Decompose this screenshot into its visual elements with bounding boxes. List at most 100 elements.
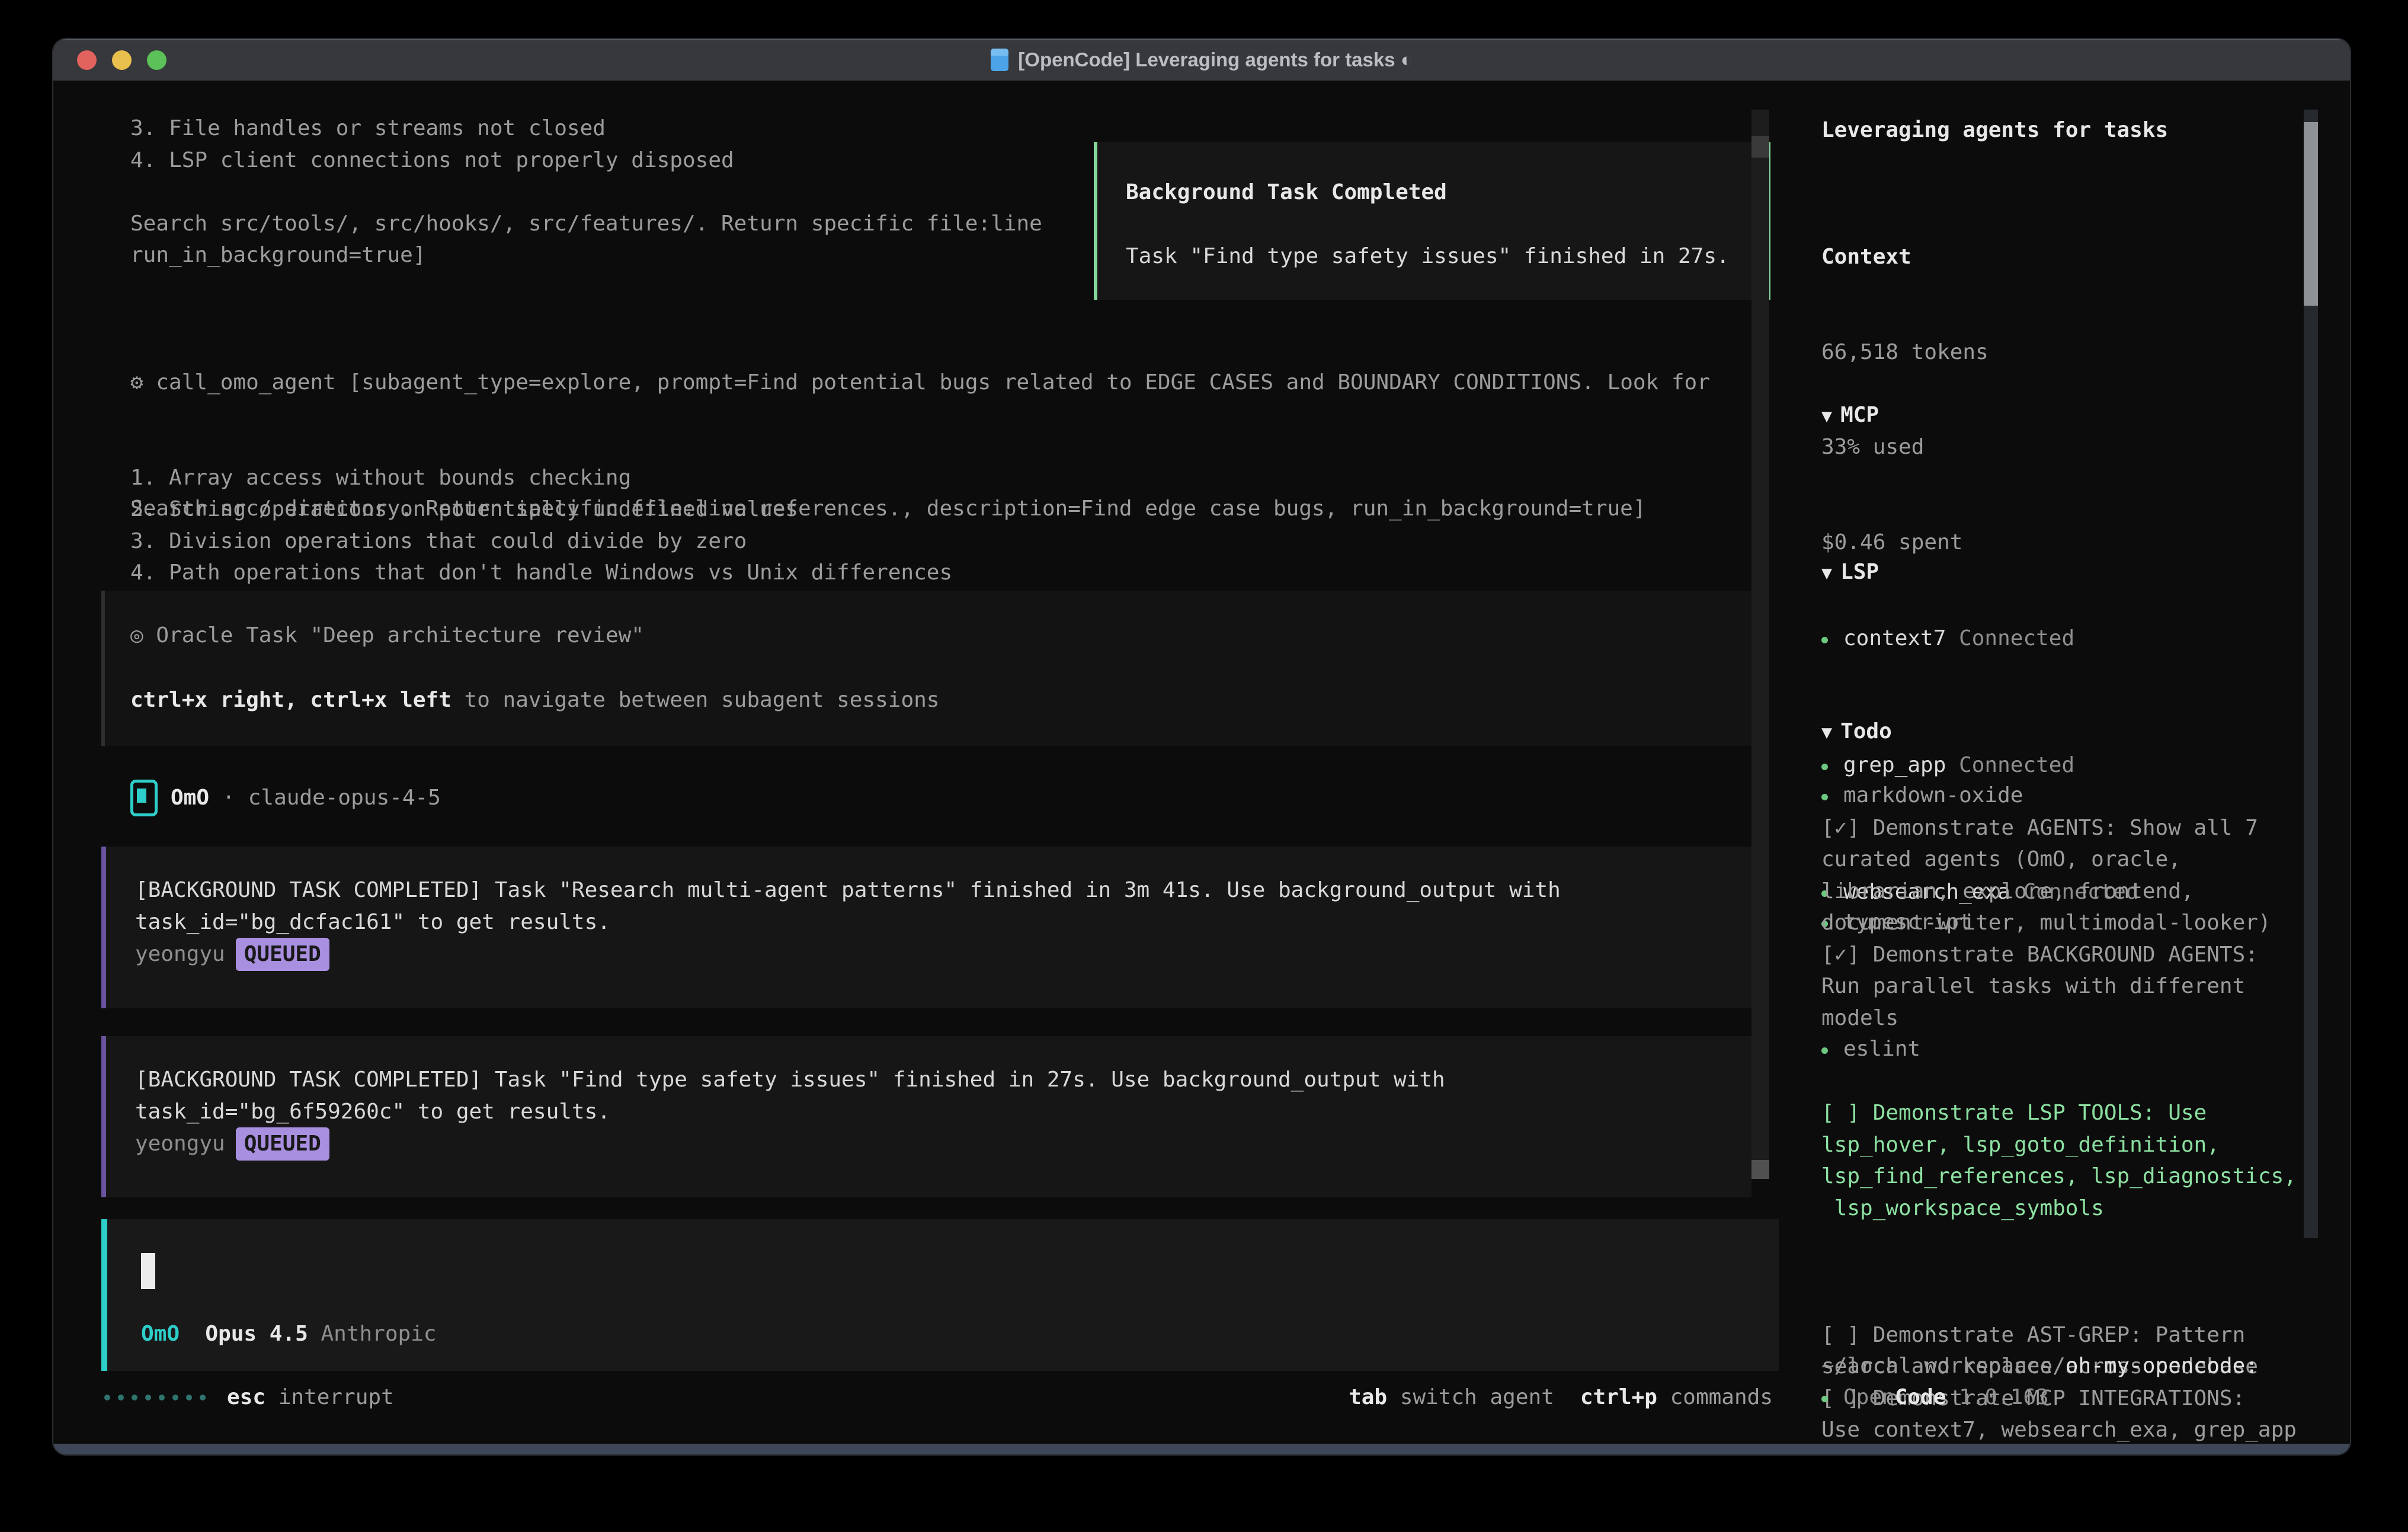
version-line: OpenCode 1.0.163 (1821, 1382, 2049, 1414)
session-title: Leveraging agents for tasks (1821, 114, 2168, 146)
agent-model: claude-opus-4-5 (248, 782, 441, 814)
chat-scrollbar-thumb[interactable] (1751, 136, 1769, 158)
lsp-heading-label: LSP (1840, 560, 1879, 584)
agent-header: OmO · claude-opus-4-5 (130, 780, 441, 816)
collapse-triangle-icon: ▼ (1821, 722, 1832, 743)
input-model-name: Opus 4.5 (205, 1322, 308, 1346)
chat-area: 3. File handles or streams not closed4. … (53, 81, 1779, 1444)
esc-label: interrupt (278, 1385, 394, 1409)
text-line: lsp_find_references, lsp_diagnostics, (1821, 1161, 2319, 1193)
toast-title: Background Task Completed (1126, 177, 1767, 209)
status-bar: esc interrupt tab switch agent ctrl+p co… (104, 1382, 1773, 1414)
esc-hint: esc interrupt (227, 1382, 394, 1414)
tab-hint: tab switch agent (1349, 1382, 1554, 1414)
oracle-hint-keys: ctrl+x right, ctrl+x left (130, 688, 451, 712)
oracle-title: Oracle Task "Deep architecture review" (156, 623, 644, 648)
toast-body: Task "Find type safety issues" finished … (1126, 241, 1767, 273)
input-agent-name: OmO (141, 1322, 180, 1346)
chat-text-block: 3. File handles or streams not closed4. … (130, 113, 1042, 271)
workspace-repo: oh-my-opencode: (2066, 1354, 2258, 1378)
task-line1: [BACKGROUND TASK COMPLETED] Task "Resear… (135, 874, 1751, 906)
ctrlp-hint: ctrl+p commands (1580, 1382, 1773, 1414)
task-meta: yeongyu QUEUED (135, 938, 1751, 971)
text-line: models (1821, 1002, 2319, 1034)
collapse-triangle-icon: ▼ (1821, 563, 1832, 584)
text-line: 3. Division operations that could divide… (130, 525, 1710, 557)
sidebar-scrollbar[interactable] (2304, 110, 2318, 1238)
ctrlp-key: ctrl+p (1580, 1385, 1657, 1409)
oracle-hint: ctrl+x right, ctrl+x left to navigate be… (130, 684, 1751, 716)
agent-separator: · (222, 782, 235, 814)
text-line: lsp_hover, lsp_goto_definition, (1821, 1129, 2319, 1161)
tool-call-tail: Search src/ directory. Return specific f… (130, 493, 1646, 525)
text-cursor (141, 1253, 155, 1289)
spinner-dots-icon (104, 1395, 206, 1400)
text-line: 4. Path operations that don't handle Win… (130, 557, 1710, 589)
text-line (130, 176, 1042, 208)
app-content: 3. File handles or streams not closed4. … (53, 81, 2350, 1444)
text-line: [✓] Demonstrate BACKGROUND AGENTS: (1821, 939, 2319, 971)
text-line: 4. LSP client connections not properly d… (130, 145, 1042, 177)
esc-key: esc (227, 1385, 265, 1409)
tab-label: switch agent (1400, 1385, 1554, 1409)
status-badge: QUEUED (236, 938, 329, 971)
status-badge: QUEUED (236, 1127, 329, 1161)
text-line: librarian, explore, frontend, (1821, 876, 2319, 908)
todo-done-lines: [✓] Demonstrate AGENTS: Show all 7curate… (1821, 812, 2319, 1034)
text-line: curated agents (OmO, oracle, (1821, 844, 2319, 876)
minimize-button[interactable] (112, 50, 132, 70)
close-button[interactable] (77, 50, 97, 70)
todo-heading-label: Todo (1840, 719, 1892, 743)
agent-name: OmO (171, 782, 209, 814)
document-icon (991, 49, 1008, 71)
mcp-heading[interactable]: ▼ MCP (1821, 399, 2139, 432)
collapse-triangle-icon: ▼ (1821, 406, 1832, 427)
traffic-lights (77, 39, 166, 81)
oracle-hint-rest: to navigate between subagent sessions (451, 688, 940, 712)
oracle-task-block: ◎ Oracle Task "Deep architecture review"… (101, 591, 1751, 746)
model-indicator: OmO Opus 4.5 Anthropic (141, 1318, 437, 1350)
agent-icon (130, 780, 158, 816)
tool-call-text: call_omo_agent [subagent_type=explore, p… (156, 370, 1710, 395)
workspace-line: ~/local-workspaces/oh-my-opencode: (1821, 1350, 2258, 1382)
text-line: Search src/tools/, src/hooks/, src/featu… (130, 208, 1042, 240)
text-line: 3. File handles or streams not closed (130, 113, 1042, 145)
lsp-heading[interactable]: ▼ LSP (1821, 556, 2023, 589)
todo-heading[interactable]: ▼ Todo (1821, 716, 2319, 749)
chat-scrollbar[interactable] (1751, 110, 1769, 1179)
ctrlp-label: commands (1670, 1385, 1773, 1409)
tool-call-list: 1. Array access without bounds checking2… (130, 462, 1710, 589)
background-task-toast: Background Task Completed Task "Find typ… (1094, 142, 1770, 300)
text-line: document-writer, multimodal-looker) (1821, 907, 2319, 939)
text-line: [ ] Demonstrate LSP TOOLS: Use (1821, 1097, 2319, 1129)
prompt-input[interactable]: OmO Opus 4.5 Anthropic (101, 1219, 1779, 1371)
sidebar-scrollbar-thumb[interactable] (2304, 122, 2318, 306)
chat-scrollbar-thumb[interactable] (1751, 1160, 1769, 1179)
version-number: 1.0.163 (1959, 1385, 2049, 1409)
task-line2: task_id="bg_6f59260c" to get results. (135, 1096, 1751, 1128)
gear-icon: ⚙ (130, 370, 143, 395)
tab-key: tab (1349, 1385, 1387, 1409)
context-heading: Context (1821, 241, 1988, 273)
text-line: Run parallel tasks with different (1821, 970, 2319, 1002)
task-message: [BACKGROUND TASK COMPLETED] Task "Resear… (101, 847, 1751, 1008)
text-line: run_in_background=true] (130, 239, 1042, 271)
zoom-button[interactable] (147, 50, 166, 70)
brand-dim: Open (1843, 1385, 1895, 1409)
mcp-heading-label: MCP (1840, 403, 1879, 427)
task-author: yeongyu (135, 942, 225, 966)
task-meta: yeongyuQUEUED (135, 1127, 1751, 1161)
text-line: [✓] Demonstrate AGENTS: Show all 7 (1821, 812, 2319, 844)
window-bottom-edge (53, 1444, 2350, 1454)
oracle-icon: ◎ (130, 623, 143, 648)
input-provider-name: Anthropic (321, 1322, 436, 1346)
text-line: 1. Array access without bounds checking (130, 462, 1710, 494)
todo-current-lines: [ ] Demonstrate LSP TOOLS: Uselsp_hover,… (1821, 1097, 2319, 1224)
workspace-path: ~/local-workspaces/oh-my-opencode: maste… (1821, 1287, 2258, 1454)
window-title: [OpenCode] Leveraging agents for tasks ◐ (1018, 49, 1412, 71)
titlebar[interactable]: [OpenCode] Leveraging agents for tasks ◐ (53, 39, 2350, 81)
task-line2: task_id="bg_dcfac161" to get results. (135, 906, 1751, 938)
brand-bold: Code (1895, 1385, 1946, 1409)
screen: [OpenCode] Leveraging agents for tasks ◐… (0, 0, 2408, 1532)
task-line1: [BACKGROUND TASK COMPLETED] Task "Find t… (135, 1064, 1751, 1096)
